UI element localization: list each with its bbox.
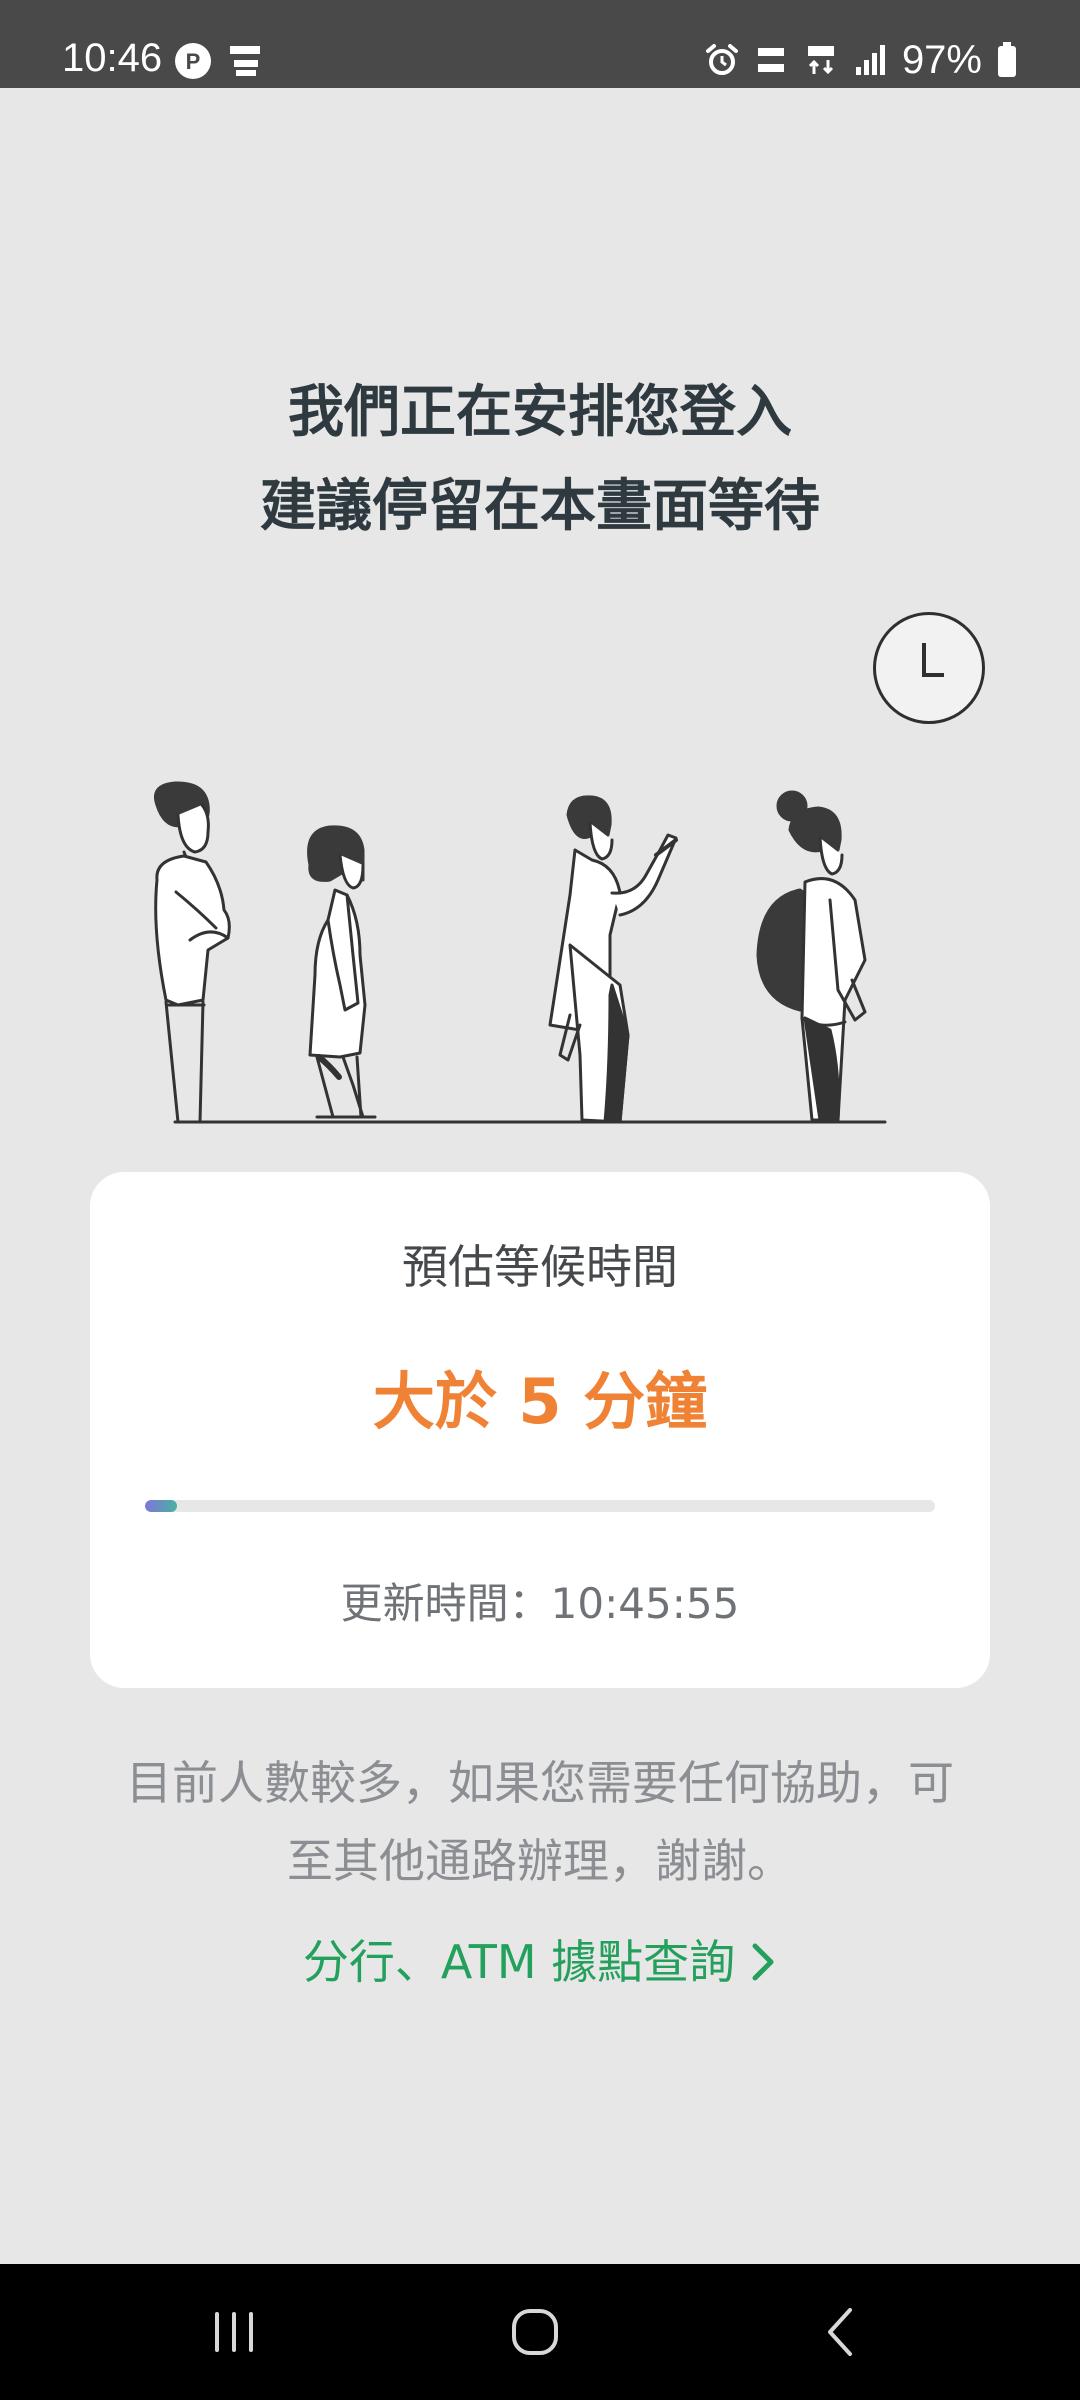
notice-text: 目前人數較多，如果您需要任何協助，可 至其他通路辦理，謝謝。 [95,1744,985,1900]
wait-progress-fill [145,1500,177,1512]
wait-time-card: 預估等候時間 大於 5 分鐘 更新時間：10:45:55 [90,1172,990,1688]
status-time: 10:46 [62,36,163,80]
status-notification-icons: P [174,42,272,80]
recents-icon [215,2312,253,2352]
manga-up-icon [230,46,260,76]
page-title: 我們正在安排您登入 建議停留在本畫面等待 [0,366,1080,554]
signal-icon [855,45,885,75]
battery-percent: 97% [901,38,982,82]
notice-line-2: 至其他通路辦理，謝謝。 [287,1834,793,1888]
home-icon [512,2309,558,2355]
navigation-bar [0,2264,1080,2400]
wait-progress-bar [145,1500,935,1512]
back-icon [828,2308,852,2356]
back-button[interactable] [750,2264,930,2400]
update-time: 更新時間：10:45:55 [340,1579,740,1628]
volte-icon [757,48,784,72]
wait-time-value: 大於 5 分鐘 [372,1365,708,1438]
wait-time-label: 預估等候時間 [402,1240,678,1294]
status-bar: 10:46 P 97% [0,0,1080,88]
title-line-1: 我們正在安排您登入 [288,380,792,445]
battery-icon [998,42,1016,77]
people-queue-illustration [154,781,887,1124]
recents-button[interactable] [144,2264,324,2400]
4g-data-icon [807,46,834,75]
alarm-icon [705,44,738,75]
branch-atm-link-label: 分行、ATM 據點查詢 [302,1935,736,1989]
p-app-icon: P [175,43,211,79]
home-button[interactable] [445,2264,625,2400]
notice-line-1: 目前人數較多，如果您需要任何協助，可 [126,1756,954,1810]
branch-atm-link-row: 分行、ATM 據點查詢 [0,1924,1080,2000]
chevron-right-icon [752,1943,774,1981]
svg-text:P: P [186,49,201,74]
branch-atm-link[interactable]: 分行、ATM 據點查詢 [303,1924,777,2000]
clock-icon [873,612,985,724]
title-line-2: 建議停留在本畫面等待 [260,474,820,539]
status-system-icons: 97% [704,36,1018,84]
